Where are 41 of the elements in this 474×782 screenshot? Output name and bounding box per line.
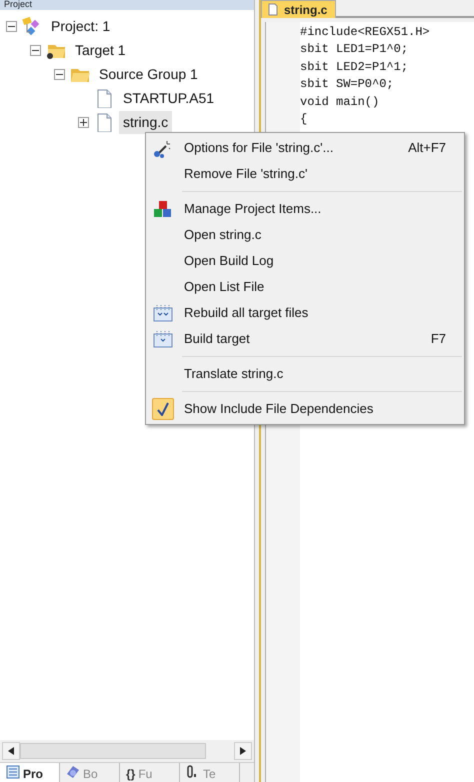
scroll-thumb[interactable]	[20, 743, 206, 759]
tree-item[interactable]: Project: 1	[47, 14, 114, 38]
expander-icon[interactable]	[78, 116, 89, 128]
menu-item[interactable]: Open List File	[146, 274, 464, 300]
build-icon	[152, 303, 174, 323]
menu-item[interactable]: Manage Project Items...	[146, 196, 464, 222]
menu-item[interactable]: Translate string.c	[146, 361, 464, 387]
tree-item[interactable]: Target 1	[71, 38, 130, 62]
expander-icon[interactable]	[54, 68, 65, 80]
editor-tab[interactable]: string.c	[261, 0, 336, 18]
tree-item[interactable]: STARTUP.A51	[119, 86, 218, 110]
code-line: #include<REGX51.H>	[300, 24, 430, 41]
menu-item[interactable]: Open Build Log	[146, 248, 464, 274]
expander-icon[interactable]	[6, 20, 17, 32]
menu-item[interactable]: Rebuild all target files	[146, 300, 464, 326]
menu-item[interactable]: Build target F7	[146, 326, 464, 352]
build-icon	[152, 329, 174, 349]
menu-item[interactable]: Options for File 'string.c'... Alt+F7	[146, 135, 464, 161]
file-icon	[268, 3, 278, 16]
code-line: sbit LED1=P1^0;	[300, 41, 410, 58]
braces-icon: {}	[126, 765, 136, 782]
code-line: sbit LED2=P1^1;	[300, 58, 410, 76]
left-arrow-icon	[8, 747, 14, 755]
scroll-left-button[interactable]	[2, 742, 20, 760]
panel-title: Project	[0, 0, 254, 10]
expander-icon[interactable]	[30, 44, 41, 56]
blocks-icon	[152, 199, 174, 219]
code-line: void main()	[300, 94, 380, 111]
book-icon	[66, 765, 80, 779]
tree-item[interactable]: Source Group 1	[95, 62, 202, 86]
menu-item[interactable]: Show Include File Dependencies	[146, 396, 464, 422]
menu-item[interactable]: Open string.c	[146, 222, 464, 248]
panel-tab[interactable]: {} Fu	[120, 763, 180, 782]
right-arrow-icon	[240, 747, 246, 755]
tree-item[interactable]: string.c	[119, 110, 172, 134]
code-line: {	[300, 111, 308, 128]
panel-tab[interactable]: Pro	[0, 763, 60, 782]
list-icon	[6, 765, 20, 779]
code-line: sbit SW=P0^0;	[300, 76, 395, 94]
menu-item[interactable]: Remove File 'string.c'	[146, 161, 464, 187]
scroll-right-button[interactable]	[234, 742, 252, 760]
